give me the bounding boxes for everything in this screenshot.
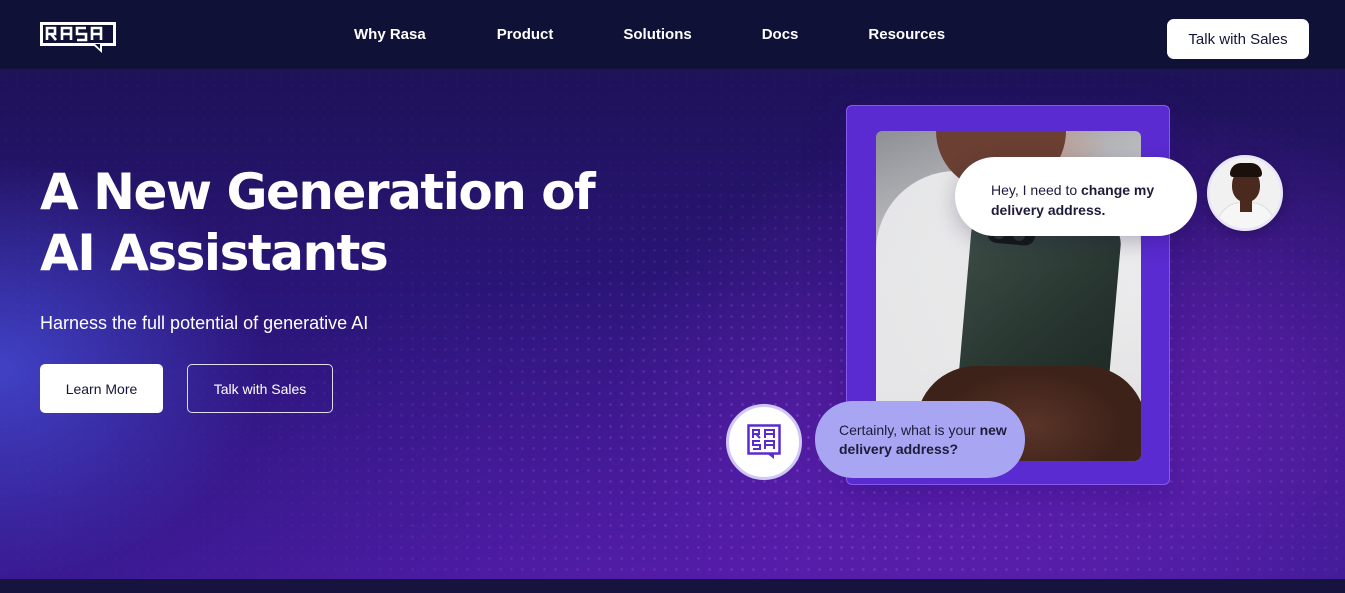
talk-with-sales-nav-button[interactable]: Talk with Sales xyxy=(1167,19,1309,59)
next-section-edge xyxy=(0,579,1345,593)
user-message-text: Hey, I need to xyxy=(991,182,1082,198)
user-avatar-photo xyxy=(1207,155,1283,231)
nav-link-product[interactable]: Product xyxy=(497,26,554,43)
main-menu: Why Rasa Product Solutions Docs Resource… xyxy=(354,0,945,69)
hero-headline: A New Generation of AI Assistants xyxy=(40,162,660,284)
nav-link-why-rasa[interactable]: Why Rasa xyxy=(354,26,426,43)
headline-line-1: A New Generation of xyxy=(40,163,596,221)
nav-link-docs[interactable]: Docs xyxy=(762,26,799,43)
nav-link-resources[interactable]: Resources xyxy=(868,26,945,43)
learn-more-button[interactable]: Learn More xyxy=(40,364,163,413)
headline-line-2: AI Assistants xyxy=(40,224,389,282)
bot-chat-bubble: Certainly, what is your new delivery add… xyxy=(815,401,1025,478)
nav-link-solutions[interactable]: Solutions xyxy=(623,26,691,43)
rasa-bot-avatar-icon xyxy=(726,404,802,480)
user-chat-bubble: Hey, I need to change my delivery addres… xyxy=(955,157,1197,236)
rasa-logo-icon[interactable] xyxy=(40,22,116,58)
hero-subheadline: Harness the full potential of generative… xyxy=(40,313,369,333)
bot-message-text: Certainly, what is your xyxy=(839,422,980,438)
top-navigation: Why Rasa Product Solutions Docs Resource… xyxy=(0,0,1345,69)
talk-with-sales-hero-button[interactable]: Talk with Sales xyxy=(187,364,333,413)
